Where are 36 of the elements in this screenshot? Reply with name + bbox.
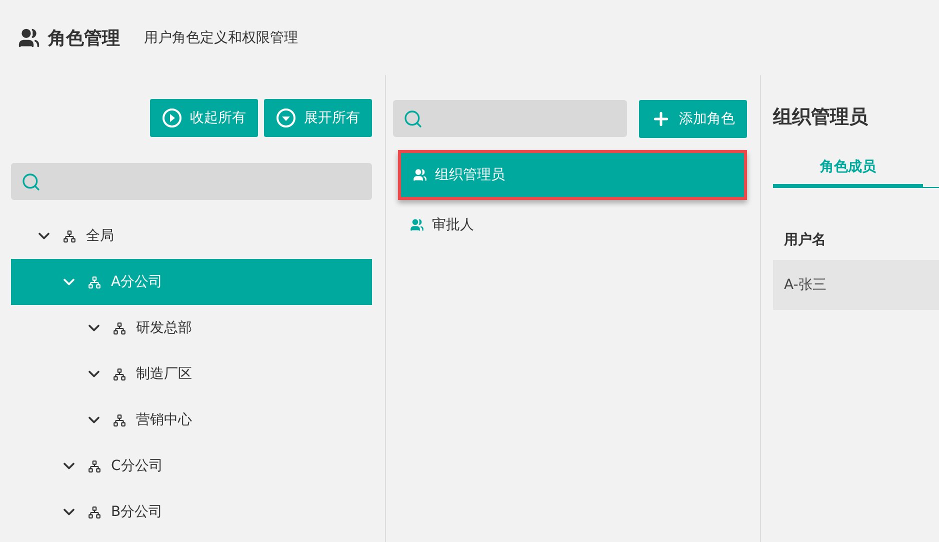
- users-icon: [18, 26, 40, 48]
- search-icon: [21, 172, 41, 192]
- sitemap-icon: [88, 460, 101, 472]
- sitemap-icon: [63, 230, 76, 242]
- search-icon: [403, 108, 423, 128]
- sitemap-icon: [113, 368, 126, 380]
- sitemap-icon: [113, 414, 126, 426]
- tree-item[interactable]: 制造厂区: [11, 351, 372, 397]
- users-icon: [413, 168, 427, 182]
- tree-label: 研发总部: [136, 319, 192, 337]
- sitemap-icon: [88, 506, 101, 518]
- caret-down-circle-icon: [276, 108, 296, 128]
- tree-label: 全局: [86, 227, 114, 245]
- page-subtitle: 用户角色定义和权限管理: [144, 28, 298, 46]
- sitemap-icon: [113, 322, 126, 334]
- tree-item[interactable]: 全局: [11, 213, 372, 259]
- sitemap-icon: [88, 276, 101, 288]
- search-field[interactable]: [393, 100, 627, 137]
- tree-label: 营销中心: [136, 411, 192, 429]
- tree-item[interactable]: C分公司: [11, 443, 372, 489]
- plus-icon: [651, 109, 671, 129]
- tree-item[interactable]: B分公司: [11, 489, 372, 535]
- search-field[interactable]: [11, 163, 372, 200]
- role-title: 组织管理员: [773, 105, 869, 130]
- tree-item[interactable]: 研发总部: [11, 305, 372, 351]
- play-circle-icon: [162, 108, 182, 128]
- column-header: 用户名: [782, 230, 827, 250]
- tree-label: A分公司: [111, 273, 163, 291]
- role-item[interactable]: 审批人: [398, 200, 747, 250]
- users-icon: [410, 218, 424, 232]
- tree-item[interactable]: 营销中心: [11, 397, 372, 443]
- tree-label: B分公司: [111, 503, 163, 521]
- tree-label: C分公司: [111, 457, 163, 475]
- tree-label: 制造厂区: [136, 365, 192, 383]
- table-cell: A-张三: [773, 260, 939, 310]
- page-title: 角色管理: [48, 26, 120, 50]
